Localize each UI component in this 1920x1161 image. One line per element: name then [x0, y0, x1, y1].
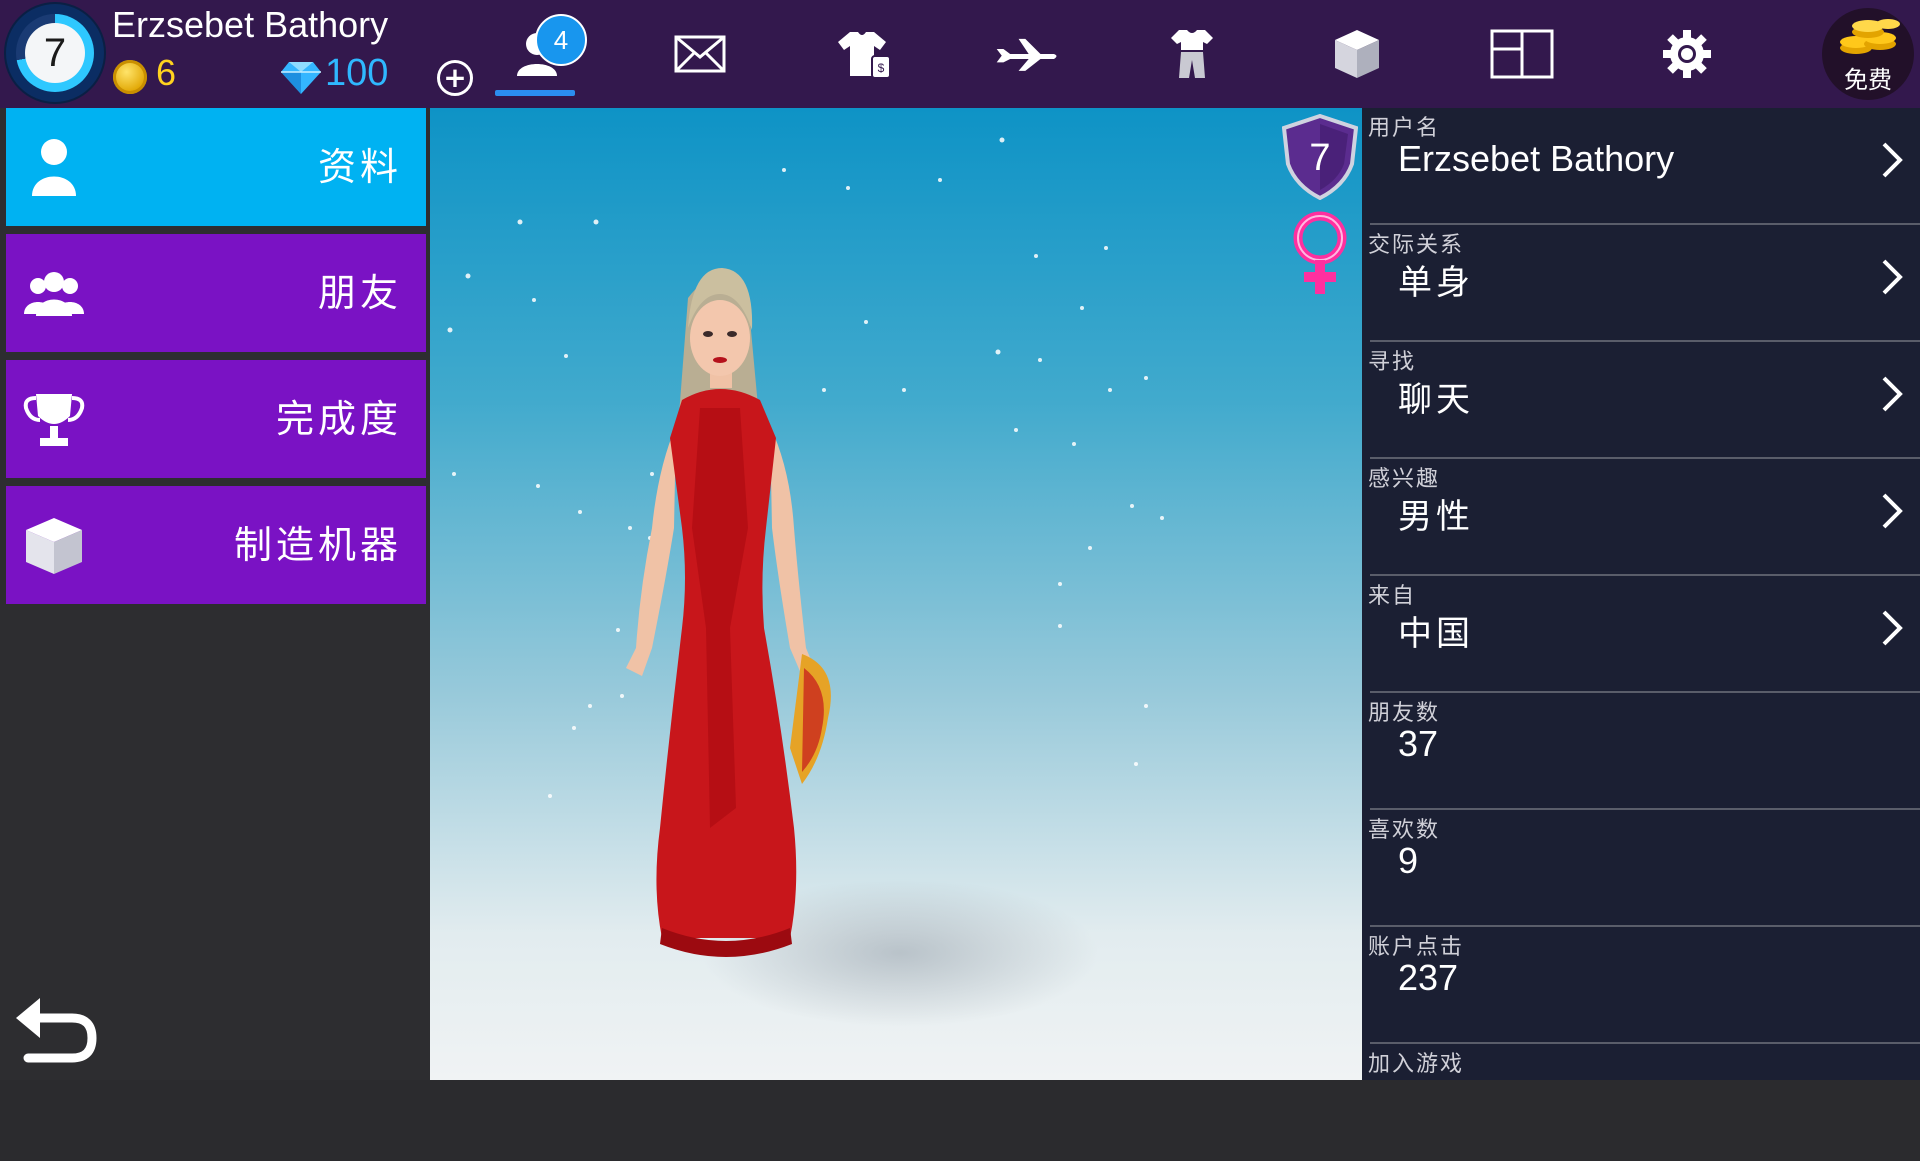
field-value: Erzsebet Bathory — [1398, 138, 1675, 179]
friends-icon — [24, 272, 84, 316]
friend-request-badge: 4 — [535, 14, 587, 66]
avatar-character[interactable] — [430, 108, 1362, 1080]
nav-settings-button[interactable] — [1655, 22, 1719, 86]
add-currency-button[interactable]: + — [437, 60, 473, 96]
avatar-level: 7 — [1309, 137, 1330, 179]
trophy-icon — [23, 394, 85, 446]
chevron-right-icon — [1882, 493, 1903, 529]
sidebar-item-label: 资料 — [317, 145, 402, 189]
profile-panel: 用户名 Erzsebet Bathory 交际关系 单身 寻找 聊天 感兴趣 男… — [1362, 108, 1920, 1080]
cube-icon — [1335, 30, 1379, 78]
field-interested-in[interactable]: 感兴趣 男性 — [1362, 459, 1920, 576]
field-joined: 加入游戏 — [1362, 1044, 1920, 1161]
cube-icon — [26, 518, 82, 574]
player-level: 7 — [25, 23, 85, 83]
field-value: 9 — [1398, 840, 1419, 881]
coin-stack-icon — [1840, 19, 1900, 54]
back-arrow-icon[interactable] — [12, 990, 98, 1066]
field-friend-count: 朋友数 37 — [1362, 693, 1920, 810]
coin-icon — [113, 60, 147, 94]
field-value: 男性 — [1398, 497, 1474, 537]
field-value: 237 — [1398, 957, 1459, 998]
field-value: 中国 — [1398, 614, 1474, 654]
avatar-viewport[interactable]: 7 — [430, 108, 1362, 1080]
svg-text:$: $ — [878, 61, 885, 75]
mail-icon — [674, 35, 726, 73]
nav-shop-button[interactable]: $ — [832, 22, 896, 86]
sidebar-item-friends[interactable]: 朋友 — [6, 234, 426, 352]
profile-icon — [32, 139, 76, 196]
chevron-right-icon — [1882, 142, 1903, 178]
gear-icon — [1663, 30, 1711, 78]
sidebar-item-label: 朋友 — [317, 271, 402, 315]
nav-wardrobe-button[interactable] — [1160, 22, 1224, 86]
diamond-icon — [281, 62, 321, 94]
female-gender-icon — [1293, 211, 1347, 294]
shirt-price-icon: $ — [838, 32, 891, 79]
sidebar-item-crafting[interactable]: 制造机器 — [6, 486, 426, 604]
field-value: 聊天 — [1398, 380, 1474, 420]
chevron-right-icon — [1882, 259, 1903, 295]
airplane-icon — [996, 38, 1057, 71]
field-location[interactable]: 来自 中国 — [1362, 576, 1920, 693]
sidebar-item-achievements[interactable]: 完成度 — [6, 360, 426, 478]
outfit-icon — [1171, 30, 1213, 78]
field-relationship[interactable]: 交际关系 单身 — [1362, 225, 1920, 342]
active-tab-indicator — [495, 90, 575, 96]
chevron-right-icon — [1882, 376, 1903, 412]
nav-mail-button[interactable] — [668, 22, 732, 86]
coin-count: 6 — [156, 52, 177, 93]
field-like-count: 喜欢数 9 — [1362, 810, 1920, 927]
player-name: Erzsebet Bathory — [112, 4, 389, 45]
player-level-badge[interactable]: 7 — [6, 4, 104, 102]
field-label: 加入游戏 — [1368, 1052, 1465, 1077]
field-value: 37 — [1398, 723, 1439, 764]
sidebar-item-profile[interactable]: 资料 — [6, 108, 426, 226]
layout-icon — [1490, 29, 1554, 79]
level-shield-icon: 7 — [1282, 114, 1358, 200]
sidebar-item-label: 制造机器 — [233, 523, 402, 567]
field-looking-for[interactable]: 寻找 聊天 — [1362, 342, 1920, 459]
field-username[interactable]: 用户名 Erzsebet Bathory — [1362, 108, 1920, 225]
field-account-views: 账户点击 237 — [1362, 927, 1920, 1044]
field-value: 单身 — [1398, 263, 1474, 303]
sidebar-item-label: 完成度 — [275, 397, 402, 441]
nav-layout-button[interactable] — [1490, 22, 1554, 86]
gem-count: 100 — [325, 52, 389, 94]
chevron-right-icon — [1882, 610, 1903, 646]
top-bar: 7 Erzsebet Bathory 6 100 + 4 $ 免费 — [0, 0, 1920, 108]
free-coins-button[interactable]: 免费 — [1822, 8, 1914, 100]
nav-travel-button[interactable] — [995, 22, 1059, 86]
sidebar: 资料 朋友 完成度 制造机器 — [0, 108, 430, 1080]
level-progress-ring: 7 — [16, 14, 94, 92]
free-label: 免费 — [1844, 66, 1892, 94]
nav-inventory-button[interactable] — [1325, 22, 1389, 86]
